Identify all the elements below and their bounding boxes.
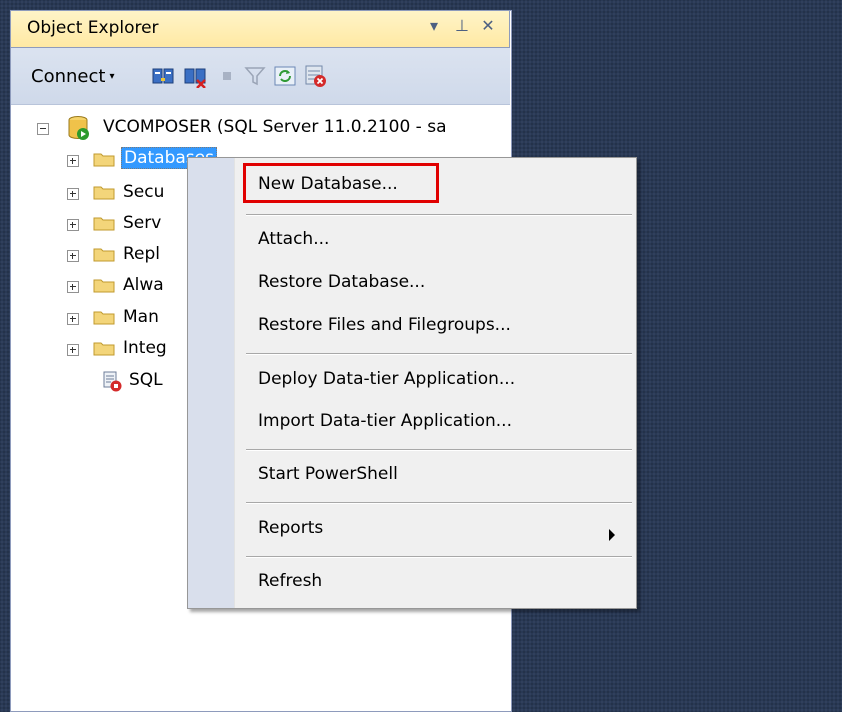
server-running-icon (68, 116, 89, 140)
expand-icon[interactable] (67, 344, 79, 356)
expand-icon[interactable] (67, 250, 79, 262)
submenu-arrow-icon (609, 529, 615, 541)
tree-node-label: Serv (123, 213, 162, 233)
close-icon[interactable]: ✕ (477, 14, 499, 38)
connect-label: Connect (31, 66, 106, 87)
menu-item-import-data-tier[interactable]: Import Data-tier Application... (258, 411, 512, 431)
object-explorer-titlebar: Object Explorer ▾ ⊥ ✕ (10, 10, 510, 48)
folder-icon (93, 311, 115, 325)
menu-separator (246, 502, 632, 503)
tree-node-label: Integ (123, 338, 167, 358)
menu-item-refresh[interactable]: Refresh (258, 571, 322, 591)
folder-icon (93, 186, 115, 200)
tree-node-label: Man (123, 307, 159, 327)
tree-node-label: SQL (129, 370, 163, 390)
menu-item-restore-database[interactable]: Restore Database... (258, 272, 425, 292)
tree-node-label: Secu (123, 182, 165, 202)
expand-icon[interactable] (67, 155, 79, 167)
connect-button[interactable]: Connect ▾ (31, 66, 114, 87)
expand-icon[interactable] (67, 313, 79, 325)
filter-icon[interactable] (243, 64, 267, 88)
chevron-down-icon: ▾ (109, 71, 115, 82)
folder-icon (93, 342, 115, 356)
menu-item-restore-files-filegroups[interactable]: Restore Files and Filegroups... (258, 315, 511, 335)
connect-object-explorer-icon[interactable] (151, 64, 175, 88)
highlight-box (243, 163, 439, 203)
window-position-dropdown-icon[interactable]: ▾ (423, 14, 445, 38)
stop-icon[interactable] (215, 64, 239, 88)
collapse-icon[interactable] (37, 123, 49, 135)
menu-item-start-powershell[interactable]: Start PowerShell (258, 464, 398, 484)
tree-node-server[interactable]: VCOMPOSER (SQL Server 11.0.2100 - sa (33, 115, 513, 143)
disconnect-icon[interactable] (183, 64, 207, 88)
menu-separator (246, 214, 632, 215)
menu-separator (246, 449, 632, 450)
refresh-icon[interactable] (273, 64, 297, 88)
auto-hide-pin-icon[interactable]: ⊥ (451, 14, 473, 38)
panel-title: Object Explorer (27, 18, 159, 38)
expand-icon[interactable] (67, 188, 79, 200)
menu-item-deploy-data-tier[interactable]: Deploy Data-tier Application... (258, 369, 515, 389)
sql-agent-stopped-icon (103, 371, 122, 392)
folder-icon (93, 217, 115, 231)
context-menu: New Database... Attach... Restore Databa… (187, 157, 637, 609)
menu-item-reports[interactable]: Reports (258, 518, 323, 538)
folder-icon (93, 279, 115, 293)
tree-node-label: Repl (123, 244, 161, 264)
folder-icon (93, 153, 115, 167)
expand-icon[interactable] (67, 281, 79, 293)
object-explorer-toolbar: Connect ▾ (11, 48, 510, 105)
server-label: VCOMPOSER (SQL Server 11.0.2100 - sa (103, 117, 447, 137)
menu-separator (246, 353, 632, 354)
menu-separator (246, 556, 632, 557)
tree-node-label: Alwa (123, 275, 164, 295)
activity-monitor-icon[interactable] (303, 64, 327, 88)
folder-icon (93, 248, 115, 262)
menu-icon-gutter (188, 158, 235, 608)
expand-icon[interactable] (67, 219, 79, 231)
menu-item-attach[interactable]: Attach... (258, 229, 329, 249)
